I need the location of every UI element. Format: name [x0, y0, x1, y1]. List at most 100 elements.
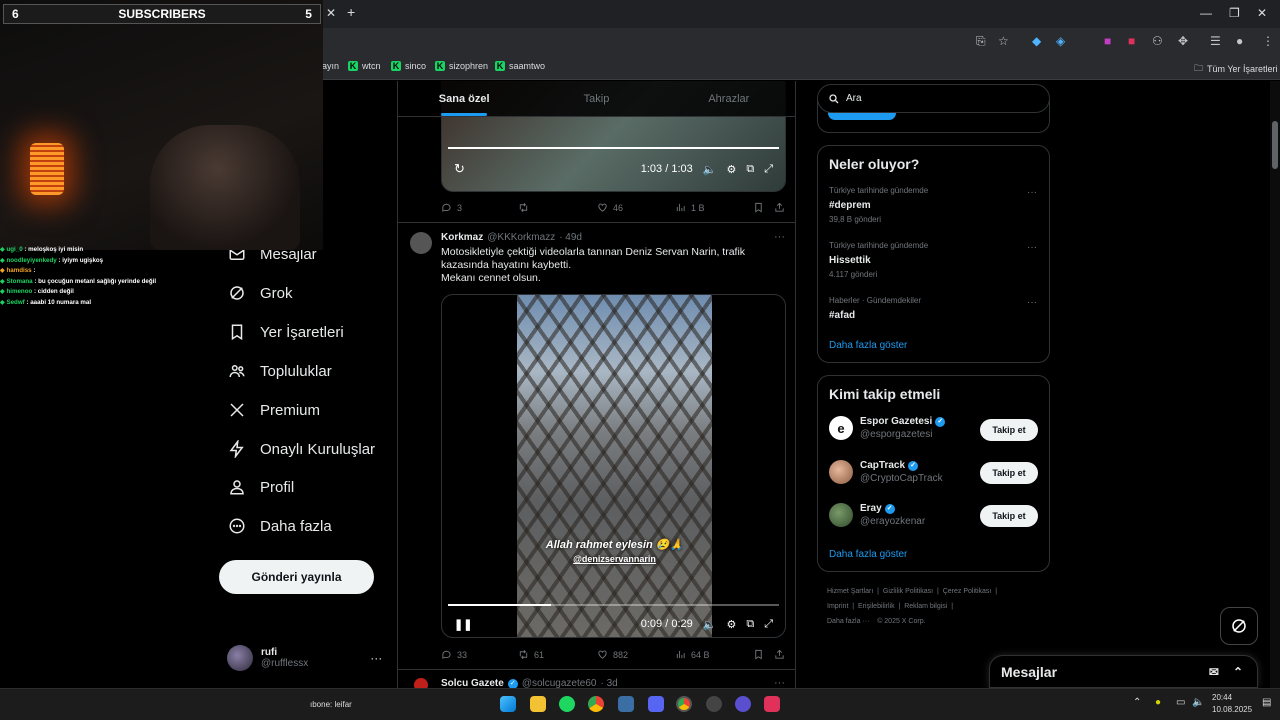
show-more-link[interactable]: Daha fazla göster: [829, 549, 907, 560]
app-icon[interactable]: [764, 696, 780, 712]
tweet-time[interactable]: · 49d: [559, 232, 582, 243]
nav-communities[interactable]: Topluluklar: [228, 362, 332, 380]
bookmark-item[interactable]: Kwtcn: [348, 61, 381, 71]
scrollbar[interactable]: [1270, 81, 1280, 688]
volume-icon[interactable]: 🔈: [703, 618, 717, 631]
bookmark-item[interactable]: Ksizophren: [435, 61, 488, 71]
like-button[interactable]: 882: [597, 649, 628, 660]
new-message-icon[interactable]: ✉: [1209, 665, 1219, 679]
volume-icon[interactable]: 🔈: [1192, 697, 1204, 708]
tab-following[interactable]: Takip: [530, 81, 662, 116]
tweet-time[interactable]: · 3d: [600, 678, 617, 688]
expand-icon[interactable]: ⌃: [1233, 665, 1243, 679]
footer-link[interactable]: Reklam bilgisi: [904, 603, 947, 610]
tweet-author-handle[interactable]: @solcugazete60: [522, 678, 597, 688]
all-bookmarks[interactable]: 🗀 Tüm Yer İşaretleri: [1194, 61, 1278, 77]
discord-icon[interactable]: [648, 696, 664, 712]
video-player[interactable]: Allah rahmet eylesin 😢🙏 @denizservannari…: [441, 294, 786, 638]
views-button[interactable]: 1 B: [675, 202, 705, 213]
minimize-icon[interactable]: —: [1200, 6, 1212, 20]
clock-date[interactable]: 10.08.2025: [1212, 705, 1252, 714]
bookmark-item[interactable]: Ksaamtwo: [495, 61, 545, 71]
avatar[interactable]: [410, 232, 432, 254]
follow-button[interactable]: Takip et: [980, 505, 1038, 527]
extensions-puzzle-icon[interactable]: ✥: [1178, 34, 1188, 48]
chrome-icon[interactable]: [676, 696, 692, 712]
extension-icon[interactable]: ■: [1128, 34, 1135, 48]
video-progress[interactable]: [448, 147, 779, 149]
reading-list-icon[interactable]: ☰: [1210, 34, 1221, 48]
app-icon[interactable]: [735, 696, 751, 712]
extension-icon[interactable]: ◈: [1056, 34, 1065, 48]
tweet-more-icon[interactable]: ···: [774, 677, 785, 688]
account-switcher[interactable]: rufi @rufflessx ···: [227, 645, 382, 671]
file-explorer-icon[interactable]: [530, 696, 546, 712]
video-progress[interactable]: [448, 604, 779, 606]
install-app-icon[interactable]: ⎘: [976, 34, 986, 49]
like-button[interactable]: 46: [597, 202, 623, 213]
reply-button[interactable]: 33: [441, 649, 467, 660]
profile-icon[interactable]: ●: [1236, 34, 1243, 48]
volume-icon[interactable]: 🔈: [703, 163, 717, 176]
trend-item[interactable]: Haberler · Gündemdekiler #afad: [829, 296, 921, 325]
post-button[interactable]: Gönderi yayınla: [219, 560, 374, 594]
nav-premium[interactable]: Premium: [228, 401, 320, 419]
tweet-author-handle[interactable]: @KKKorkmazz: [487, 232, 555, 243]
bookmark-item[interactable]: Ksinco: [391, 61, 426, 71]
maximize-icon[interactable]: ❐: [1229, 6, 1240, 20]
more-dots-icon[interactable]: ···: [1027, 297, 1037, 308]
more-dots-icon[interactable]: ···: [1027, 242, 1037, 253]
close-tab-icon[interactable]: ✕: [326, 6, 336, 20]
notification-icon[interactable]: ▤: [1262, 697, 1271, 708]
clock-time[interactable]: 20:44: [1212, 693, 1232, 702]
settings-icon[interactable]: ⚙: [726, 163, 736, 176]
replay-icon[interactable]: ↻: [454, 161, 465, 177]
grok-button[interactable]: [1220, 607, 1258, 645]
footer-link[interactable]: Imprint: [827, 603, 848, 610]
app-icon[interactable]: [618, 696, 634, 712]
more-dots-icon[interactable]: ···: [370, 651, 382, 665]
retweet-button[interactable]: [518, 202, 529, 213]
tray-chevron-icon[interactable]: ⌃: [1133, 697, 1141, 708]
views-button[interactable]: 64 B: [675, 649, 710, 660]
tweet-author-name[interactable]: Solcu Gazete: [441, 678, 504, 688]
nav-grok[interactable]: Grok: [228, 284, 293, 302]
footer-link[interactable]: Çerez Politikası: [943, 588, 992, 595]
tab-for-you[interactable]: Sana özel: [398, 81, 530, 116]
show-more-link[interactable]: Daha fazla göster: [829, 340, 907, 351]
extension-icon[interactable]: ⚇: [1152, 34, 1163, 48]
follow-button[interactable]: Takip et: [980, 419, 1038, 441]
extension-icon[interactable]: ◆: [1032, 34, 1041, 48]
tweet-more-icon[interactable]: ···: [774, 231, 785, 243]
fullscreen-icon[interactable]: ⤢: [764, 163, 773, 176]
pip-icon[interactable]: ⧉: [746, 618, 754, 631]
bookmark-button[interactable]: [753, 202, 764, 213]
bookmark-star-icon[interactable]: ☆: [998, 34, 1009, 48]
trend-item[interactable]: Türkiye tarihinde gündemde #deprem 39,8 B …: [829, 186, 928, 224]
tab-ahrazlar[interactable]: Ahrazlar: [663, 81, 795, 116]
network-icon[interactable]: ▭: [1176, 697, 1185, 708]
pause-icon[interactable]: ❚❚: [454, 618, 472, 631]
footer-link[interactable]: Daha fazla ···: [827, 618, 869, 625]
trend-item[interactable]: Türkiye tarihinde gündemde Hissettik 4.117…: [829, 241, 928, 279]
follow-button[interactable]: Takip et: [980, 462, 1038, 484]
nav-bookmarks[interactable]: Yer İşaretleri: [228, 323, 344, 341]
settings-icon[interactable]: ⚙: [726, 618, 736, 631]
nav-verified-orgs[interactable]: Onaylı Kuruluşlar: [228, 440, 375, 458]
messages-drawer[interactable]: Mesajlar ✉ ⌃: [989, 655, 1258, 688]
scrollbar-thumb[interactable]: [1272, 121, 1278, 169]
avatar[interactable]: [414, 678, 428, 688]
bookmark-item[interactable]: ayın: [322, 61, 339, 71]
close-window-icon[interactable]: ✕: [1257, 6, 1267, 20]
bookmark-button[interactable]: [753, 649, 764, 660]
share-button[interactable]: [774, 649, 785, 660]
spotify-icon[interactable]: [559, 696, 575, 712]
extension-icon[interactable]: ■: [1104, 34, 1111, 48]
obs-icon[interactable]: [706, 696, 722, 712]
new-tab-icon[interactable]: +: [347, 4, 355, 20]
reply-button[interactable]: 3: [441, 202, 462, 213]
retweet-button[interactable]: 61: [518, 649, 544, 660]
nav-profile[interactable]: Profil: [228, 478, 294, 496]
fullscreen-icon[interactable]: ⤢: [764, 618, 773, 631]
pip-icon[interactable]: ⧉: [746, 163, 754, 176]
